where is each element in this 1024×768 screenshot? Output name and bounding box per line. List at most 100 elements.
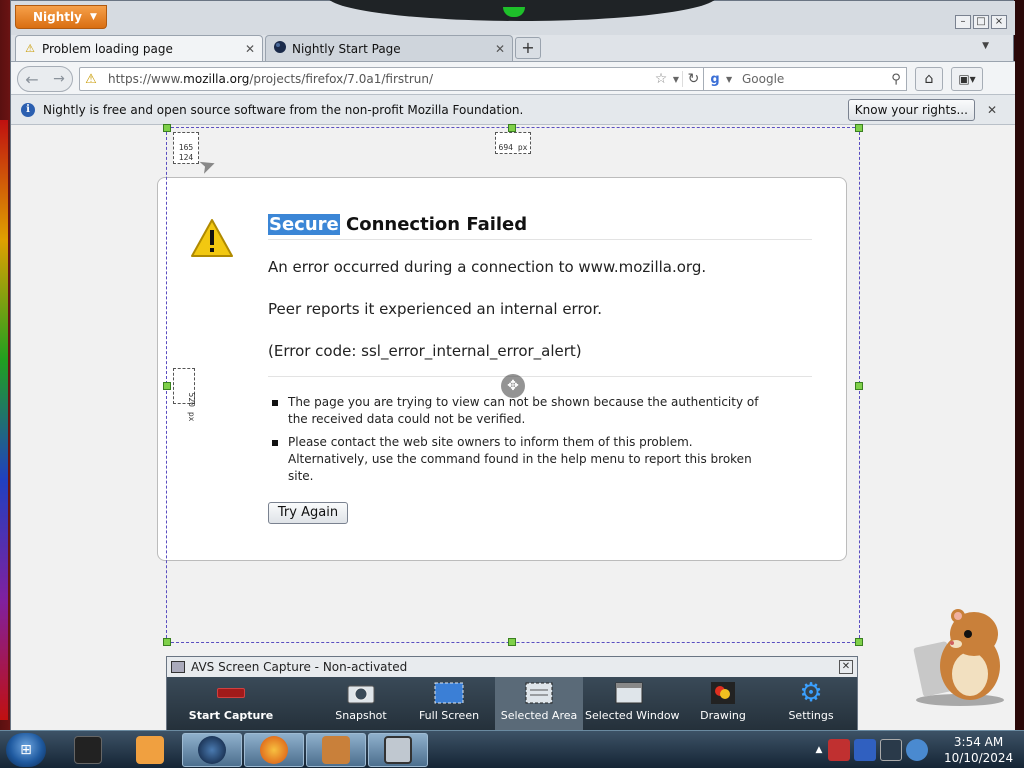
avs-capture-panel: AVS Screen Capture - Non-activated ✕ Sta… xyxy=(166,656,858,731)
tab-title: Problem loading page xyxy=(42,41,173,56)
drawing-button[interactable]: Drawing xyxy=(679,677,767,731)
maximize-button[interactable]: □ xyxy=(973,15,989,29)
bookmark-star-icon[interactable]: ☆ xyxy=(652,71,670,87)
chevron-down-icon: ▼ xyxy=(89,12,97,22)
info-icon: i xyxy=(21,102,35,117)
tray-volume-icon[interactable] xyxy=(906,739,928,761)
resize-handle-top-right[interactable] xyxy=(855,124,863,132)
home-button[interactable]: ⌂ xyxy=(915,67,943,91)
url-history-dropdown-icon[interactable]: ▼ xyxy=(670,75,682,84)
tray-monitor-icon[interactable] xyxy=(880,739,902,761)
nightly-menu-button[interactable]: Nightly ▼ xyxy=(15,5,107,29)
avs-item-label: Selected Area xyxy=(500,709,578,722)
avs-titlebar: AVS Screen Capture - Non-activated ✕ xyxy=(167,657,857,677)
hamster-box-icon xyxy=(322,736,350,764)
selected-area-button[interactable]: Selected Area xyxy=(495,677,583,731)
taskbar-app-firefox[interactable] xyxy=(244,733,304,767)
page-content: Secure Connection Failed An error occurr… xyxy=(11,124,1015,731)
tray-network-icon[interactable] xyxy=(854,739,876,761)
selected-area-icon xyxy=(495,677,583,709)
taskbar-app-explorer[interactable] xyxy=(58,733,118,767)
start-capture-button[interactable]: Start Capture xyxy=(187,677,275,731)
full-screen-button[interactable]: Full Screen xyxy=(405,677,493,731)
notification-text: Nightly is free and open source software… xyxy=(43,102,524,117)
window-controls: – □ × xyxy=(955,15,1007,29)
minimize-button[interactable]: – xyxy=(955,15,971,29)
search-input[interactable]: Google xyxy=(738,72,886,86)
search-bar[interactable]: g ▼ Google ⚲ xyxy=(703,67,907,91)
record-icon xyxy=(187,677,275,709)
clock[interactable]: 3:54 AM 10/10/2024 xyxy=(944,734,1013,766)
addon-bar-button[interactable]: ▣▾ xyxy=(951,67,983,91)
close-notification-icon[interactable]: ✕ xyxy=(987,103,997,117)
resize-handle-bottom[interactable] xyxy=(508,638,516,646)
tray-app-icon[interactable] xyxy=(828,739,850,761)
show-hidden-icons-icon[interactable]: ▲ xyxy=(812,745,826,755)
url-path: /projects/firefox/7.0a1/firstrun/ xyxy=(249,72,434,86)
browser-window: Nightly ▼ – □ × ⚠ Problem loading page ✕… xyxy=(10,0,1015,731)
snapshot-button[interactable]: Snapshot xyxy=(317,677,405,731)
avs-item-label: Start Capture xyxy=(188,709,274,722)
resize-handle-top[interactable] xyxy=(508,124,516,132)
position-y-value: 124 xyxy=(178,153,194,162)
settings-button[interactable]: ⚙ Settings xyxy=(767,677,855,731)
url-bar[interactable]: ⚠ https://www.mozilla.org/projects/firef… xyxy=(79,67,705,91)
back-button[interactable]: ← xyxy=(18,66,46,92)
resize-handle-bottom-left[interactable] xyxy=(163,638,171,646)
reload-icon[interactable]: ↻ xyxy=(682,71,704,87)
nightly-globe-icon xyxy=(272,40,288,57)
firefox-icon xyxy=(260,736,288,764)
media-player-icon xyxy=(136,736,164,764)
avs-title: AVS Screen Capture - Non-activated xyxy=(191,660,408,674)
avs-item-label: Snapshot xyxy=(335,709,387,722)
start-button[interactable]: ⊞ xyxy=(6,733,46,767)
close-tab-icon[interactable]: ✕ xyxy=(492,42,508,56)
search-engine-dropdown-icon[interactable]: ▼ xyxy=(726,75,738,84)
width-readout: 694 px xyxy=(495,132,531,154)
magnifier-icon[interactable]: ⚲ xyxy=(886,72,906,87)
tab-problem-loading[interactable]: ⚠ Problem loading page ✕ xyxy=(15,35,263,61)
desktop-wallpaper-stripe xyxy=(0,120,8,720)
screen-capture-icon xyxy=(384,736,412,764)
resize-handle-bottom-right[interactable] xyxy=(855,638,863,646)
avs-toolbar: Start Capture Snapshot Full Screen Selec… xyxy=(167,677,857,731)
taskbar-app-media[interactable] xyxy=(120,733,180,767)
width-value: 694 px xyxy=(498,143,528,152)
position-x-value: 165 xyxy=(178,143,194,152)
move-cross-icon[interactable]: ✥ xyxy=(501,374,525,398)
dark-box-icon xyxy=(74,736,102,764)
camera-icon xyxy=(317,677,405,709)
close-window-button[interactable]: × xyxy=(991,15,1007,29)
taskbar: ⊞ ▲ 3:54 AM 10/10/2024 xyxy=(0,730,1024,768)
tab-nightly-start[interactable]: Nightly Start Page ✕ xyxy=(265,35,513,61)
resize-handle-left[interactable] xyxy=(163,382,171,390)
tab-list-icon[interactable]: ▼ xyxy=(982,41,989,51)
back-forward-group: ← → xyxy=(17,66,73,92)
avs-app-icon xyxy=(171,661,185,673)
hamster-mascot[interactable] xyxy=(908,604,1012,708)
forward-button[interactable]: → xyxy=(46,71,72,87)
drawing-icon xyxy=(679,677,767,709)
close-tab-icon[interactable]: ✕ xyxy=(242,42,258,56)
height-value: 520 px xyxy=(187,392,196,422)
url-text[interactable]: https://www.mozilla.org/projects/firefox… xyxy=(102,72,652,86)
position-readout: 165 124 xyxy=(173,132,199,164)
selected-window-button[interactable]: Selected Window xyxy=(585,677,680,731)
resize-handle-top-left[interactable] xyxy=(163,124,171,132)
url-domain: mozilla.org xyxy=(183,72,250,86)
taskbar-app-nightly[interactable] xyxy=(182,733,242,767)
warning-icon: ⚠ xyxy=(85,71,97,87)
window-icon xyxy=(585,677,673,709)
taskbar-app-avs-capture[interactable] xyxy=(368,733,428,767)
capture-selection-area[interactable]: 165 124 694 px 520 px ✥ xyxy=(163,124,863,646)
taskbar-app-hamster-box[interactable] xyxy=(306,733,366,767)
windows-logo-icon: ⊞ xyxy=(20,742,32,758)
resize-handle-right[interactable] xyxy=(855,382,863,390)
google-icon[interactable]: g xyxy=(704,72,726,87)
know-your-rights-button[interactable]: Know your rights... xyxy=(847,98,975,121)
notification-bar: i Nightly is free and open source softwa… xyxy=(11,95,1015,125)
gear-icon: ⚙ xyxy=(799,678,823,708)
new-tab-button[interactable]: + xyxy=(515,37,541,59)
height-readout: 520 px xyxy=(173,368,196,421)
close-icon[interactable]: ✕ xyxy=(839,660,853,674)
